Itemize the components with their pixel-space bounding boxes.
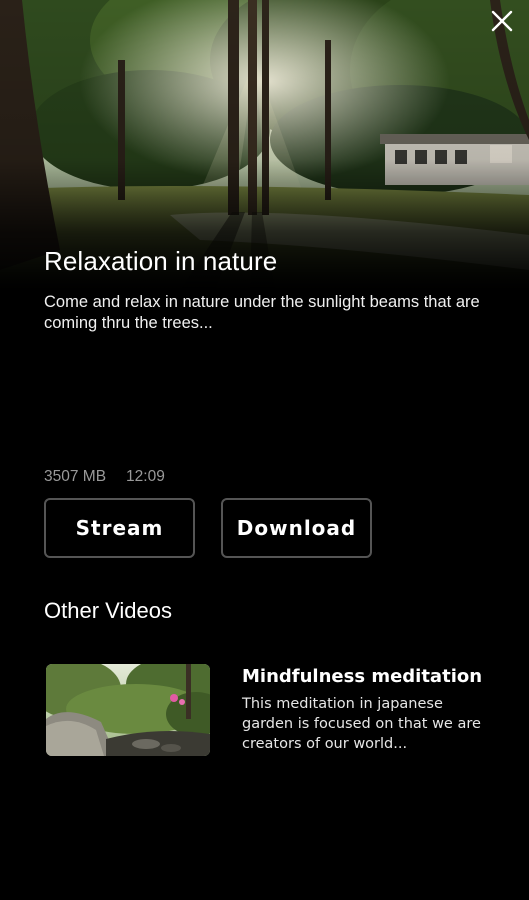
video-duration: 12:09	[126, 468, 165, 485]
close-icon	[491, 10, 513, 32]
video-card-title: Mindfulness meditation	[242, 666, 483, 687]
video-card-description: This meditation in japanese garden is fo…	[242, 696, 481, 752]
video-description: Come and relax in nature under the sunli…	[44, 293, 480, 332]
download-button[interactable]: Download	[221, 498, 372, 558]
video-title: Relaxation in nature	[44, 246, 278, 276]
garden-thumbnail-image	[46, 664, 210, 756]
video-meta: 3507 MB 12:09	[44, 468, 165, 486]
video-thumbnail[interactable]	[46, 664, 210, 756]
stream-button[interactable]: Stream	[44, 498, 195, 558]
close-button[interactable]	[489, 8, 515, 34]
video-size: 3507 MB	[44, 468, 107, 485]
video-card-mindfulness[interactable]: Mindfulness meditation This meditation i…	[44, 664, 494, 764]
other-videos-heading: Other Videos	[44, 598, 173, 623]
